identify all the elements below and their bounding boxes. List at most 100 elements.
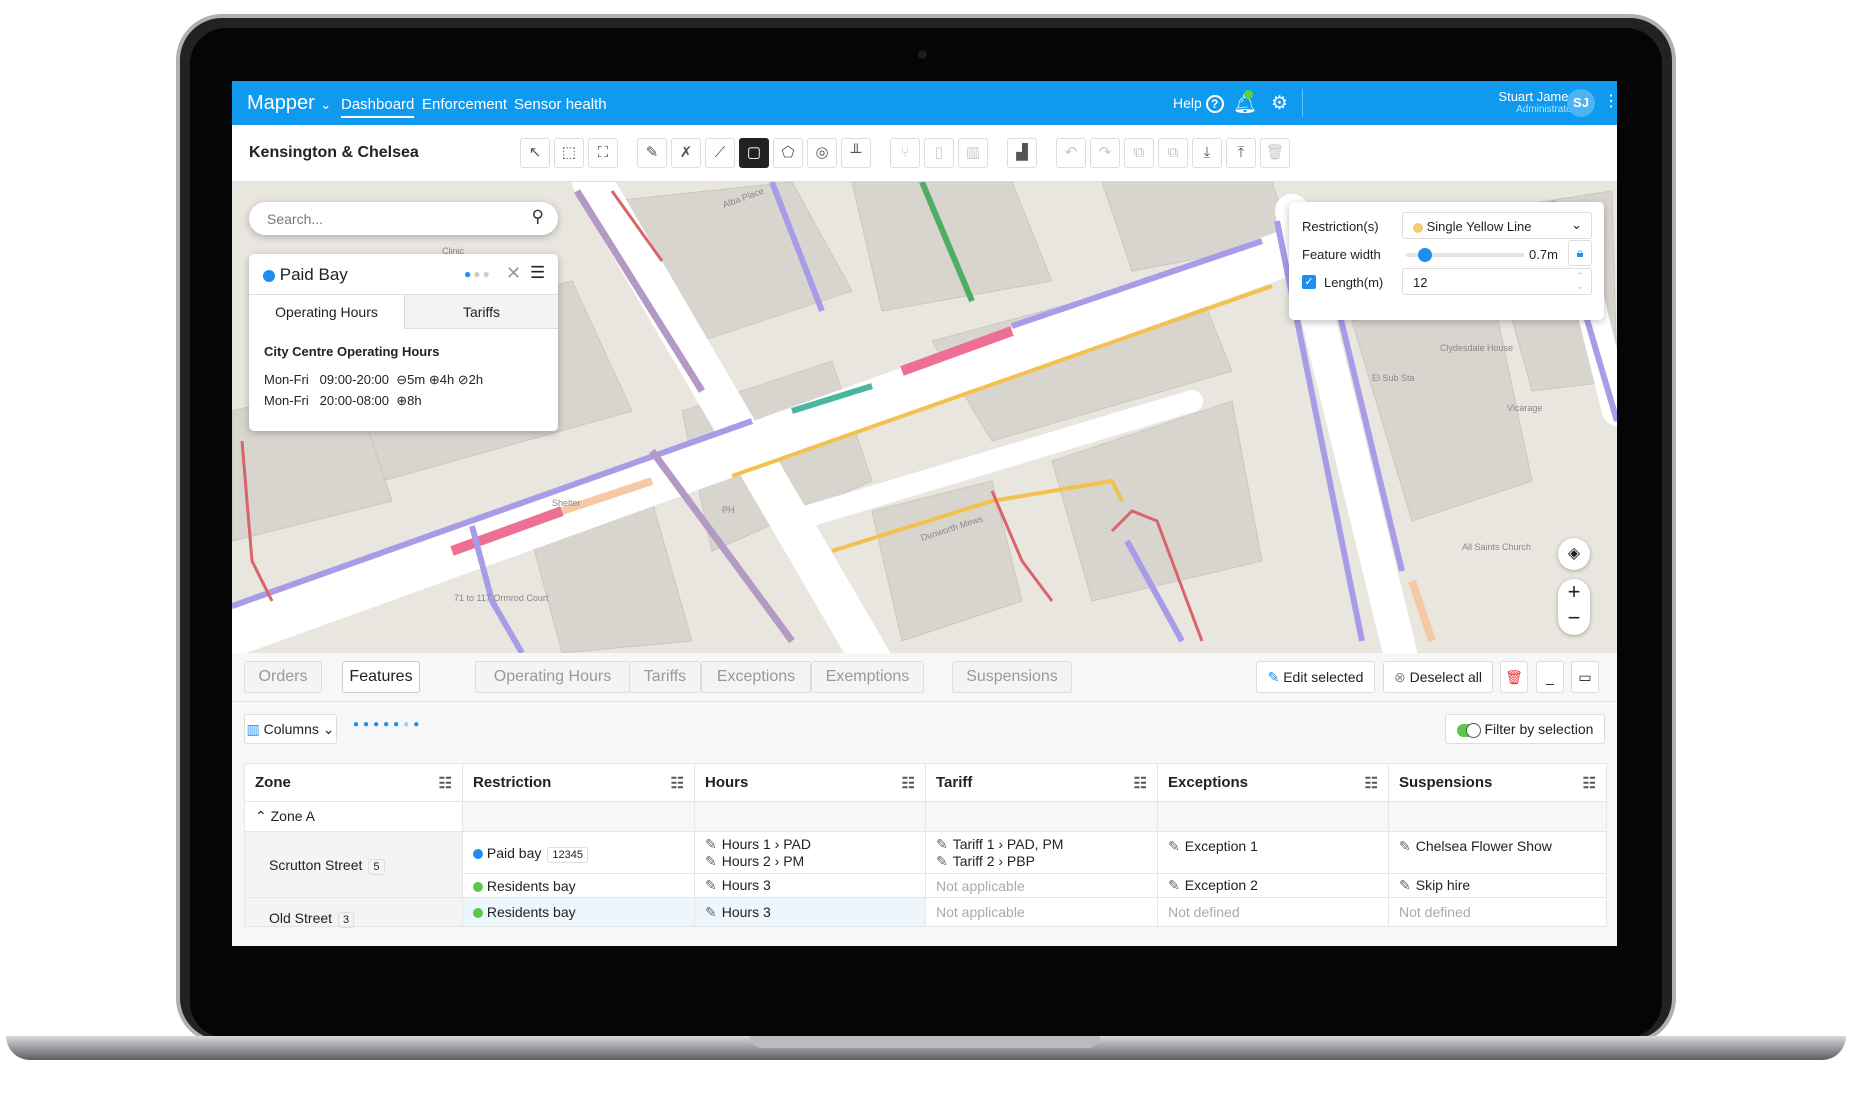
restriction-select[interactable]: Single Yellow Line ⌄ xyxy=(1402,212,1592,239)
header-label: Tariff xyxy=(936,774,973,791)
lock-icon[interactable]: 🔒︎ xyxy=(1568,240,1592,266)
user-info[interactable]: Stuart James Administrator xyxy=(1498,89,1575,115)
stepper-icon[interactable]: ⌃ ⌄ xyxy=(1576,271,1584,291)
days: Mon-Fri xyxy=(264,372,309,387)
table-header: Zone ☷ Restriction ☷ Hours ☷ Tariff ☷ Except… xyxy=(244,763,1607,802)
box-select-tool[interactable]: ⬚ xyxy=(554,138,584,168)
edit-icon[interactable]: ✎ xyxy=(705,853,717,869)
tab-exceptions[interactable]: Exceptions xyxy=(701,661,811,693)
columns-button[interactable]: ▥ Columns ⌄ xyxy=(244,714,337,744)
undo-tool[interactable]: ↶ xyxy=(1056,138,1086,168)
column-header-suspensions[interactable]: Suspensions ☷ xyxy=(1388,763,1607,802)
map-label: 71 to 117 Ormrod Court xyxy=(454,593,549,603)
rectangle-tool[interactable]: ▢ xyxy=(739,138,769,168)
tab-exemptions[interactable]: Exemptions xyxy=(811,661,924,693)
suspension: Skip hire xyxy=(1415,877,1471,893)
trash-tool[interactable]: 🗑 xyxy=(1260,138,1290,168)
width-slider[interactable] xyxy=(1406,248,1524,262)
kerb-tool[interactable]: ▟ xyxy=(1007,138,1037,168)
upload-tool[interactable]: ⤒ xyxy=(1226,138,1256,168)
column-header-hours[interactable]: Hours ☷ xyxy=(694,763,926,802)
zoom-out-button[interactable]: − xyxy=(1558,605,1590,631)
nav-sensor-health[interactable]: Sensor health xyxy=(514,96,607,113)
search-placeholder: Search... xyxy=(267,211,324,227)
bell-icon[interactable]: 🔔︎ xyxy=(1233,90,1257,116)
nav-enforcement[interactable]: Enforcement xyxy=(422,96,507,113)
tab-operating-hours[interactable]: Operating Hours xyxy=(475,661,630,693)
edit-icon[interactable]: ✎ xyxy=(705,877,717,893)
tab-orders[interactable]: Orders xyxy=(244,661,322,693)
edit-icon[interactable]: ✎ xyxy=(705,904,717,920)
edit-icon[interactable]: ✎ xyxy=(1399,838,1411,854)
length-input[interactable]: 12 ⌃ ⌄ xyxy=(1402,268,1592,295)
tab-operating-hours[interactable]: Operating Hours xyxy=(249,295,404,329)
paste-tool[interactable]: ⧉ xyxy=(1158,138,1188,168)
slider-handle[interactable] xyxy=(1417,248,1432,262)
redo-icon: ↷ xyxy=(1098,144,1112,161)
search-input[interactable]: Search... ⚲ xyxy=(249,202,558,235)
lasso-select-tool[interactable]: ⛶ xyxy=(588,138,618,168)
length-value: 12 xyxy=(1413,275,1428,290)
column-header-exceptions[interactable]: Exceptions ☷ xyxy=(1157,763,1389,802)
app-menu[interactable]: Mapper ⌄ xyxy=(247,92,331,115)
tab-features[interactable]: Features xyxy=(342,661,420,693)
table-row[interactable]: Scrutton Street 5 Paid bay 12345 ✎ Hours 1 … xyxy=(244,831,1607,898)
edit-icon[interactable]: ✎ xyxy=(705,836,717,852)
avatar[interactable]: SJ xyxy=(1567,89,1595,117)
edit-icon[interactable]: ✎ xyxy=(936,836,948,852)
erase-line-tool[interactable]: ✗ xyxy=(671,138,701,168)
filter-icon[interactable]: ☷ xyxy=(902,774,915,792)
pointer-tool[interactable]: ↖ xyxy=(520,138,550,168)
tab-tariffs[interactable]: Tariffs xyxy=(404,295,558,329)
edit-icon[interactable]: ✎ xyxy=(1399,877,1411,893)
maximize-button[interactable]: ▭ xyxy=(1571,661,1599,693)
split-tool[interactable]: ⑂ xyxy=(890,138,920,168)
deselect-all-button[interactable]: ⊗ Deselect all xyxy=(1383,661,1493,693)
column-split-tool[interactable]: ▥ xyxy=(958,138,988,168)
group-row[interactable]: ⌃ Zone A xyxy=(244,801,1607,832)
column-tool[interactable]: ▯ xyxy=(924,138,954,168)
layers-button[interactable]: ◈ xyxy=(1558,538,1590,570)
column-header-restriction[interactable]: Restriction ☷ xyxy=(462,763,695,802)
count-badge: 5 xyxy=(368,858,385,875)
column-header-tariff[interactable]: Tariff ☷ xyxy=(925,763,1158,802)
filter-icon[interactable]: ☷ xyxy=(1583,774,1596,792)
status-dot xyxy=(473,908,483,919)
parallel-tool[interactable]: ╨ xyxy=(841,138,871,168)
line-tool[interactable]: ⟋ xyxy=(705,138,735,168)
table-row[interactable]: Old Street 3 Residents bay ✎ Hours 3 Not a… xyxy=(244,897,1607,928)
minimize-button[interactable]: _ xyxy=(1536,661,1564,693)
filter-icon[interactable]: ☷ xyxy=(1134,774,1147,792)
close-icon[interactable]: ✕ xyxy=(506,263,521,284)
delete-button[interactable]: 🗑︎ xyxy=(1500,661,1528,693)
edit-icon[interactable]: ✎ xyxy=(1168,877,1180,893)
gear-icon[interactable]: ⚙ xyxy=(1271,92,1288,115)
search-icon[interactable]: ⚲ xyxy=(532,207,544,227)
filter-icon[interactable]: ☷ xyxy=(671,774,684,792)
pager-dots[interactable]: ●●● xyxy=(464,267,492,281)
filter-by-selection-toggle[interactable]: Filter by selection xyxy=(1445,714,1605,744)
column-header-zone[interactable]: Zone ☷ xyxy=(244,763,463,802)
nav-dashboard[interactable]: Dashboard xyxy=(341,96,415,118)
edit-selected-button[interactable]: ✎ Edit selected xyxy=(1256,661,1375,693)
edit-icon[interactable]: ✎ xyxy=(936,853,948,869)
length-checkbox[interactable]: ✓ xyxy=(1302,275,1316,289)
edit-icon[interactable]: ✎ xyxy=(1168,838,1180,854)
chevron-up-icon[interactable]: ⌃ xyxy=(255,808,267,824)
tab-tariffs[interactable]: Tariffs xyxy=(629,661,701,693)
pencil-tool[interactable]: ✎ xyxy=(637,138,667,168)
header-label: Suspensions xyxy=(1399,774,1493,791)
filter-icon[interactable]: ☷ xyxy=(1365,774,1378,792)
help-link[interactable]: Help ? xyxy=(1173,95,1224,113)
polygon-tool[interactable]: ⬠ xyxy=(773,138,803,168)
zoom-in-button[interactable]: + xyxy=(1558,579,1590,605)
filter-icon[interactable]: ☷ xyxy=(439,774,452,792)
tab-suspensions[interactable]: Suspensions xyxy=(952,661,1072,693)
camera xyxy=(918,50,927,59)
list-icon[interactable]: ☰ xyxy=(530,263,545,283)
circle-tool[interactable]: ◎ xyxy=(807,138,837,168)
download-tool[interactable]: ⤓ xyxy=(1192,138,1222,168)
more-icon[interactable]: ⋮ xyxy=(1603,91,1617,111)
copy-tool[interactable]: ⧉ xyxy=(1124,138,1154,168)
redo-tool[interactable]: ↷ xyxy=(1090,138,1120,168)
